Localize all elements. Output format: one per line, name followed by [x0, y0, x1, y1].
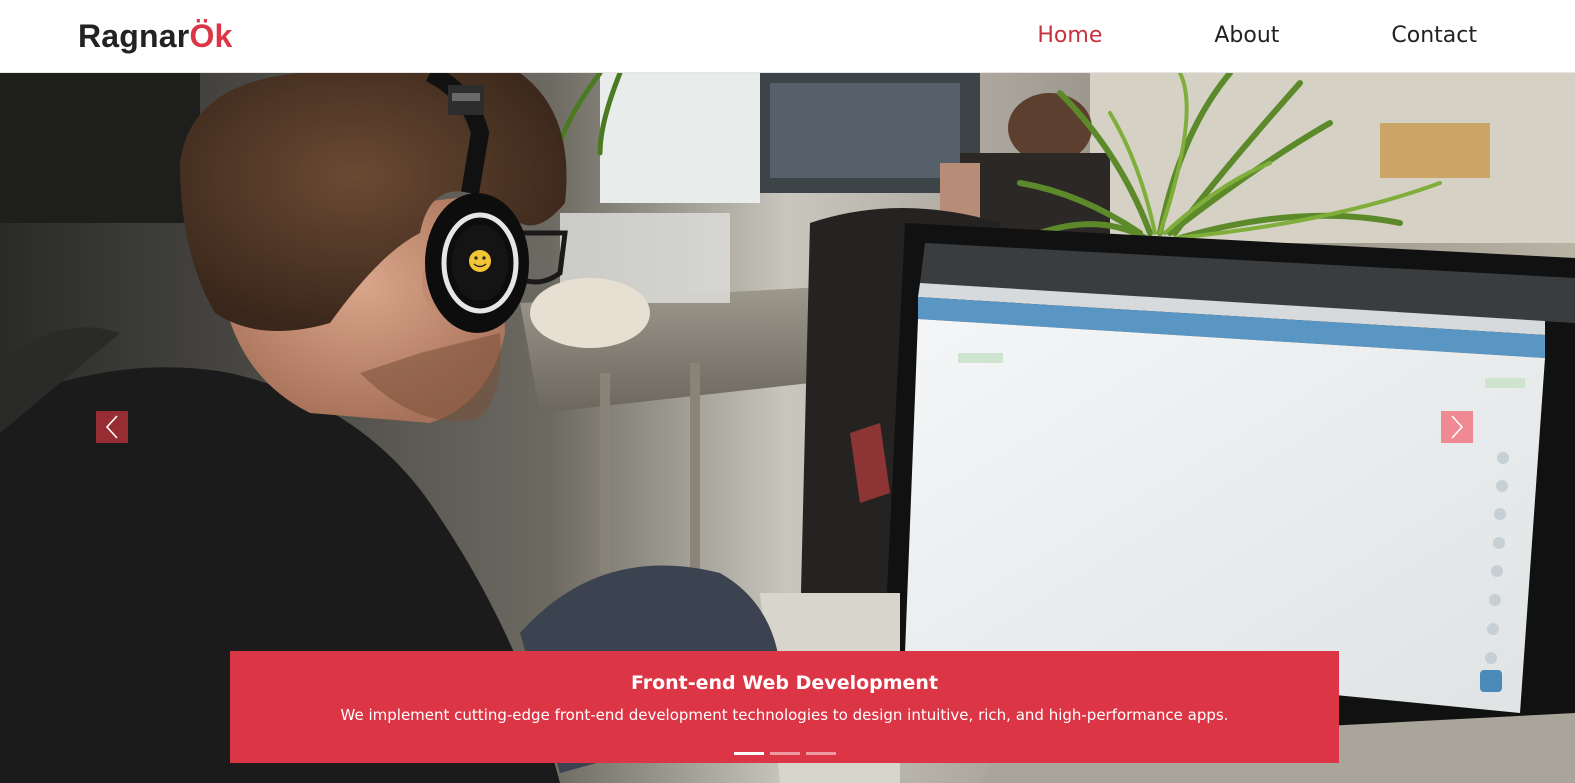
nav-item-home: Home: [1037, 20, 1214, 52]
carousel-indicators: [230, 752, 1339, 755]
carousel-indicator-1[interactable]: [733, 752, 764, 755]
brand-text-main: Ragnar: [78, 18, 190, 54]
carousel-prev-button[interactable]: [96, 411, 128, 443]
chevron-left-icon: [105, 415, 118, 439]
caption-text: We implement cutting-edge front-end deve…: [340, 706, 1229, 724]
hero-carousel: Front-end Web Development We implement c…: [0, 73, 1575, 783]
caption-title: Front-end Web Development: [630, 672, 939, 694]
navbar: RagnarÖk Home About Contact: [0, 0, 1575, 73]
brand-logo[interactable]: RagnarÖk: [78, 16, 233, 56]
chevron-right-icon: [1451, 415, 1464, 439]
brand-text-accent: Ök: [189, 18, 233, 54]
main-nav: Home About Contact: [1037, 20, 1477, 52]
nav-link-about[interactable]: About: [1214, 20, 1279, 52]
nav-item-contact: Contact: [1391, 20, 1477, 52]
nav-item-about: About: [1214, 20, 1391, 52]
carousel-next-button[interactable]: [1441, 411, 1473, 443]
nav-link-contact[interactable]: Contact: [1391, 20, 1477, 52]
carousel-indicator-3[interactable]: [805, 752, 836, 755]
carousel-caption: Front-end Web Development We implement c…: [230, 651, 1339, 763]
carousel-indicator-2[interactable]: [769, 752, 800, 755]
nav-link-home[interactable]: Home: [1037, 20, 1102, 52]
